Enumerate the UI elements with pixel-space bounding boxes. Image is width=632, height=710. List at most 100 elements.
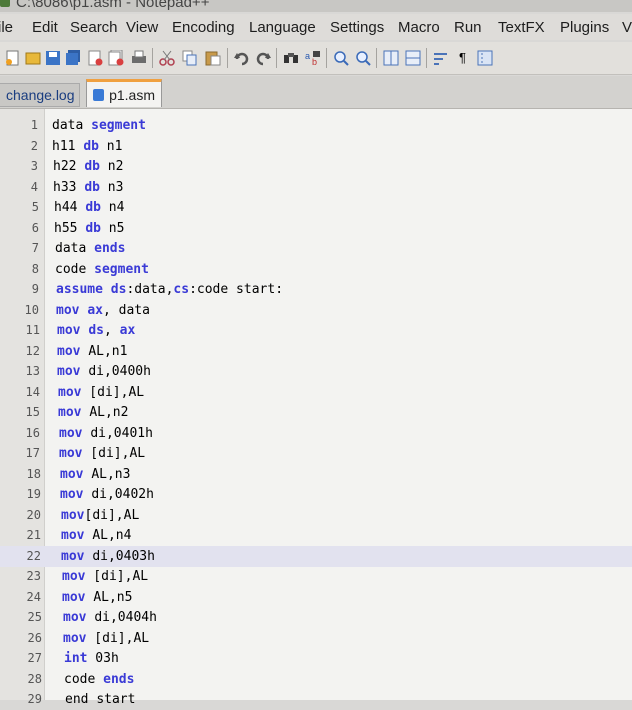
code-line[interactable]: 4 h33 db n3 [0, 177, 632, 198]
line-number: 12 [25, 343, 40, 358]
line-number: 27 [27, 651, 42, 665]
tab-label: change.log [6, 87, 75, 103]
code-line[interactable]: 8 code segment [0, 259, 632, 280]
svg-text:a: a [305, 51, 310, 61]
replace-icon[interactable]: ab [304, 49, 321, 66]
line-code: mov di,0404h [63, 610, 157, 625]
menu-run[interactable]: Run [454, 19, 482, 36]
menu-textfx[interactable]: TextFX [498, 19, 545, 36]
line-code: mov AL,n1 [57, 343, 128, 359]
line-number: 6 [31, 220, 39, 235]
menu-view[interactable]: View [126, 19, 158, 36]
close-icon[interactable] [86, 49, 103, 66]
menu-search[interactable]: Search [70, 19, 118, 36]
save-all-icon[interactable] [64, 49, 81, 66]
code-line[interactable]: 10 mov ax, data [0, 300, 632, 321]
code-line[interactable]: 28 code ends [0, 669, 632, 690]
code-line[interactable]: 17 mov [di],AL [0, 443, 632, 464]
menu-window[interactable]: V [622, 19, 632, 36]
code-line[interactable]: 7 data ends [0, 238, 632, 259]
window-title: C:\8086\p1.asm - Notepad++ [16, 0, 210, 11]
indent-guide-icon[interactable] [476, 49, 493, 66]
line-number: 10 [24, 302, 39, 317]
code-line[interactable]: 14 mov [di],AL [0, 382, 632, 403]
zoom-in-icon[interactable] [332, 49, 349, 66]
code-line[interactable]: 26 mov [di],AL [0, 628, 632, 649]
code-line[interactable]: 19 mov di,0402h [0, 484, 632, 505]
open-file-icon[interactable] [24, 49, 41, 66]
editor-area[interactable]: 1 data segment 2 h11 db n1 3 h22 db n2 4 h33 db… [0, 109, 632, 707]
find-icon[interactable] [282, 49, 299, 66]
code-line[interactable]: 18 mov AL,n3 [0, 464, 632, 485]
code-line[interactable]: 15 mov AL,n2 [0, 402, 632, 423]
paste-icon[interactable] [204, 49, 221, 66]
tab-change-log[interactable]: change.log [0, 83, 80, 107]
copy-icon[interactable] [181, 49, 198, 66]
line-number: 14 [25, 384, 40, 399]
code-line[interactable]: 23 mov [di],AL [0, 566, 632, 587]
sync-h-icon[interactable] [404, 49, 421, 66]
line-code: code ends [64, 671, 135, 687]
save-icon[interactable] [44, 49, 61, 66]
redo-icon[interactable] [254, 49, 271, 66]
line-number: 7 [31, 241, 39, 255]
code-line[interactable]: 24 mov AL,n5 [0, 587, 632, 608]
show-all-chars-icon[interactable]: ¶ [454, 49, 471, 66]
line-number: 1 [30, 118, 38, 132]
code-line[interactable]: 1 data segment [0, 115, 632, 136]
cut-icon[interactable] [158, 49, 175, 66]
svg-text:b: b [312, 57, 317, 66]
sync-v-icon[interactable] [382, 49, 399, 66]
toolbar-separator [326, 48, 327, 68]
code-line[interactable]: 6 h55 db n5 [0, 218, 632, 239]
line-code: mov [di],AL [59, 446, 146, 461]
menu-macro[interactable]: Macro [398, 19, 440, 36]
line-code: assume ds:data,cs:code start: [56, 282, 284, 297]
line-number: 15 [25, 405, 40, 419]
toolbar-separator [227, 48, 228, 68]
menu-language[interactable]: Language [249, 19, 316, 36]
code-line[interactable]: 16 mov di,0401h [0, 423, 632, 444]
undo-icon[interactable] [233, 49, 250, 66]
line-number: 18 [26, 466, 41, 481]
line-code: data ends [55, 241, 126, 256]
close-all-icon[interactable] [107, 49, 124, 66]
toolbar: ab ¶ [0, 42, 632, 75]
code-line[interactable]: 22 mov di,0403h [0, 545, 632, 567]
code-line[interactable]: 3 h22 db n2 [0, 156, 632, 177]
code-line[interactable]: 13 mov di,0400h [0, 361, 632, 382]
line-number: 9 [31, 282, 39, 296]
line-code: mov AL,n2 [58, 405, 129, 420]
saved-file-icon [93, 88, 105, 101]
line-code: data segment [52, 118, 146, 133]
line-number: 17 [25, 446, 40, 460]
line-number: 21 [26, 528, 41, 542]
wrap-icon[interactable] [432, 49, 449, 66]
toolbar-separator [276, 48, 277, 68]
code-line[interactable]: 11 mov ds, ax [0, 320, 632, 341]
code-line[interactable]: 27 int 03h [0, 648, 632, 669]
line-code: mov di,0401h [59, 425, 153, 441]
code-line[interactable]: 9 assume ds:data,cs:code start: [0, 279, 632, 300]
tab-p1-asm[interactable]: p1.asm [86, 79, 162, 107]
line-code: mov di,0403h [61, 548, 155, 564]
code-line[interactable]: 12 mov AL,n1 [0, 341, 632, 362]
print-icon[interactable] [130, 49, 147, 66]
code-line[interactable]: 2 h11 db n1 [0, 136, 632, 157]
toolbar-separator [152, 48, 153, 68]
tab-label: p1.asm [109, 86, 155, 103]
code-line[interactable]: 5 h44 db n4 [0, 197, 632, 218]
code-line[interactable]: 20 mov[di],AL [0, 505, 632, 526]
menu-plugins[interactable]: Plugins [560, 19, 609, 36]
code-line[interactable]: 25 mov di,0404h [0, 607, 632, 628]
line-number: 3 [30, 159, 38, 173]
new-file-icon[interactable] [4, 49, 21, 66]
menu-file[interactable]: ile [0, 19, 13, 36]
zoom-out-icon[interactable] [354, 49, 371, 66]
menu-edit[interactable]: Edit [32, 19, 58, 36]
menu-settings[interactable]: Settings [330, 19, 384, 36]
menu-encoding[interactable]: Encoding [172, 19, 235, 36]
code-line[interactable]: 21 mov AL,n4 [0, 525, 632, 546]
line-code: code segment [55, 261, 149, 277]
line-code: h22 db n2 [53, 159, 124, 174]
